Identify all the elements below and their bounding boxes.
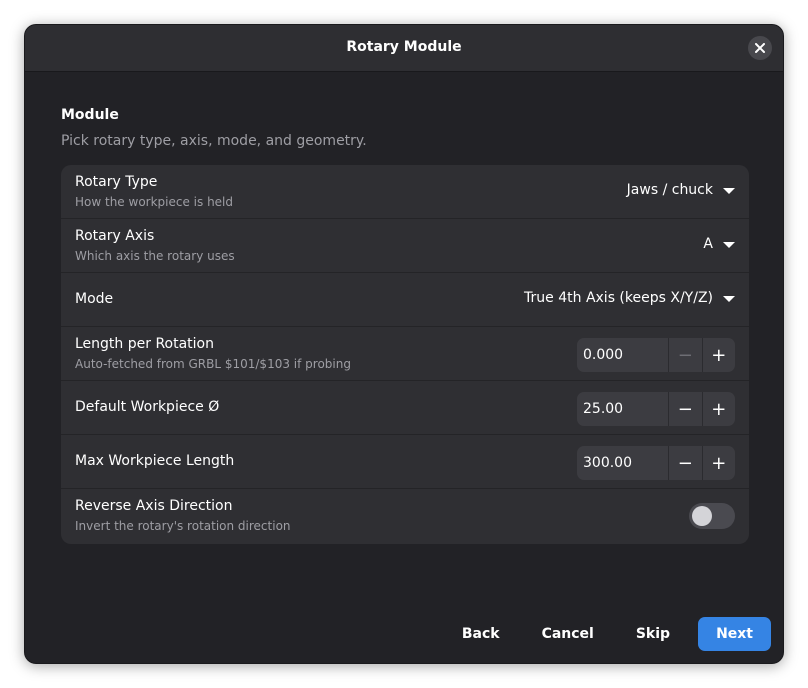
decrement-button[interactable]: − xyxy=(669,392,703,426)
row-mode: Mode True 4th Axis (keeps X/Y/Z) xyxy=(61,273,749,327)
chevron-down-icon xyxy=(723,295,735,302)
plus-icon: + xyxy=(711,452,727,474)
spin-value-input[interactable]: 0.000 xyxy=(577,338,669,372)
max-length-spinbutton: 300.00 − + xyxy=(577,446,735,480)
titlebar: Rotary Module xyxy=(25,25,783,72)
reverse-direction-switch[interactable] xyxy=(689,503,735,529)
row-title: Mode xyxy=(75,291,114,307)
minus-icon: − xyxy=(677,452,693,474)
row-title: Max Workpiece Length xyxy=(75,453,235,469)
row-rotary-axis: Rotary Axis Which axis the rotary uses A xyxy=(61,219,749,273)
decrement-button[interactable]: − xyxy=(669,446,703,480)
row-length-per-rotation: Length per Rotation Auto-fetched from GR… xyxy=(61,327,749,381)
rotary-axis-dropdown[interactable]: A xyxy=(703,236,735,252)
row-title: Rotary Type xyxy=(75,174,158,190)
row-subtitle: Invert the rotary's rotation direction xyxy=(75,519,291,533)
default-diameter-spinbutton: 25.00 − + xyxy=(577,392,735,426)
row-subtitle: Which axis the rotary uses xyxy=(75,249,235,263)
row-subtitle: How the workpiece is held xyxy=(75,195,234,209)
increment-button[interactable]: + xyxy=(703,446,736,480)
switch-knob xyxy=(692,506,712,526)
decrement-button[interactable]: − xyxy=(669,338,703,372)
settings-list: Rotary Type How the workpiece is held Ja… xyxy=(61,165,749,544)
plus-icon: + xyxy=(711,344,727,366)
row-title: Reverse Axis Direction xyxy=(75,498,233,514)
skip-button[interactable]: Skip xyxy=(622,617,684,651)
spin-value-input[interactable]: 25.00 xyxy=(577,392,669,426)
section-subtitle: Pick rotary type, axis, mode, and geomet… xyxy=(61,133,367,149)
close-icon xyxy=(755,43,765,53)
chevron-down-icon xyxy=(723,187,735,194)
dropdown-value: Jaws / chuck xyxy=(626,182,713,198)
back-button[interactable]: Back xyxy=(448,617,514,651)
row-default-diameter: Default Workpiece Ø 25.00 − + xyxy=(61,381,749,435)
row-title: Default Workpiece Ø xyxy=(75,399,220,415)
row-title: Length per Rotation xyxy=(75,336,214,352)
dropdown-value: A xyxy=(703,236,713,252)
plus-icon: + xyxy=(711,398,727,420)
mode-dropdown[interactable]: True 4th Axis (keeps X/Y/Z) xyxy=(524,290,735,306)
next-button[interactable]: Next xyxy=(698,617,771,651)
section-title: Module xyxy=(61,107,119,123)
row-rotary-type: Rotary Type How the workpiece is held Ja… xyxy=(61,165,749,219)
increment-button[interactable]: + xyxy=(703,392,736,426)
minus-icon: − xyxy=(677,344,693,366)
cancel-button[interactable]: Cancel xyxy=(528,617,608,651)
dialog-title: Rotary Module xyxy=(346,39,462,55)
increment-button[interactable]: + xyxy=(703,338,736,372)
row-subtitle: Auto-fetched from GRBL $101/$103 if prob… xyxy=(75,357,351,371)
spin-value-input[interactable]: 300.00 xyxy=(577,446,669,480)
dialog-footer: Back Cancel Skip Next xyxy=(434,617,771,651)
row-title: Rotary Axis xyxy=(75,228,155,244)
row-max-length: Max Workpiece Length 300.00 − + xyxy=(61,435,749,489)
close-button[interactable] xyxy=(748,36,772,60)
row-reverse-direction: Reverse Axis Direction Invert the rotary… xyxy=(61,489,749,544)
minus-icon: − xyxy=(677,398,693,420)
chevron-down-icon xyxy=(723,241,735,248)
rotary-type-dropdown[interactable]: Jaws / chuck xyxy=(627,182,735,198)
dropdown-value: True 4th Axis (keeps X/Y/Z) xyxy=(524,290,713,306)
length-per-rotation-spinbutton: 0.000 − + xyxy=(577,338,735,372)
rotary-module-dialog: Rotary Module Module Pick rotary type, a… xyxy=(24,24,784,664)
